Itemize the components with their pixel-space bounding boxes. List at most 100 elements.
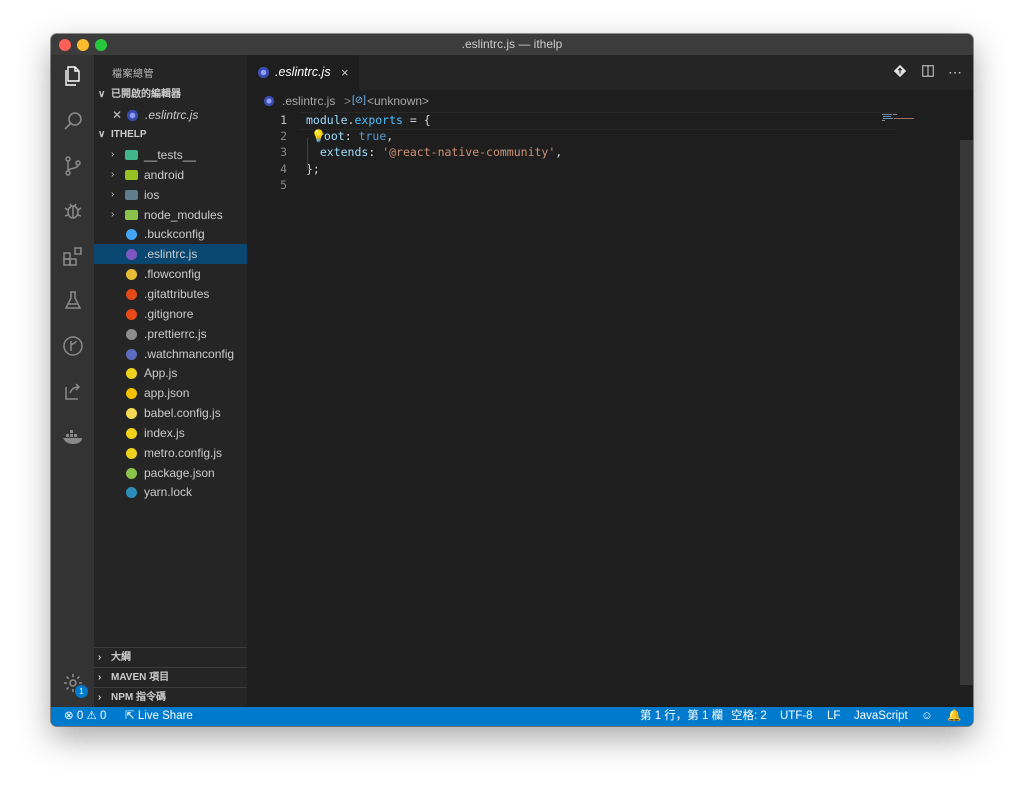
search-icon[interactable]	[51, 101, 94, 141]
tree-item-label: index.js	[144, 425, 185, 440]
tab-close-button[interactable]: ×	[341, 55, 349, 90]
more-actions-icon[interactable]: ⋯	[947, 64, 963, 80]
editor-tab-bar: .eslintrc.js × ⋯	[247, 55, 973, 90]
language-mode[interactable]: JavaScript	[854, 707, 908, 726]
tree-item-label: package.json	[144, 465, 215, 480]
babel-icon	[126, 408, 137, 420]
maven-section-header[interactable]: › MAVEN 項目	[94, 667, 247, 688]
files-icon[interactable]	[51, 56, 94, 96]
file-item[interactable]: metro.config.js	[94, 443, 247, 463]
folder-item[interactable]: › android	[94, 165, 247, 185]
folder-item[interactable]: › ios	[94, 185, 247, 205]
chevron-right-icon[interactable]: ›	[111, 165, 114, 185]
file-item[interactable]: index.js	[94, 423, 247, 443]
code-editor[interactable]: 1 2345 module.exports = {root: true, exte…	[247, 112, 973, 707]
live-share-icon[interactable]	[51, 371, 94, 411]
code-token: exports	[354, 113, 403, 127]
minimize-window-button[interactable]	[77, 39, 89, 51]
code-token: :	[344, 129, 359, 144]
folder-item[interactable]: › __tests__	[94, 145, 247, 165]
minimap[interactable]	[882, 114, 918, 124]
ios-folder-icon	[125, 189, 138, 200]
code-line: };	[306, 162, 320, 176]
problems-indicator[interactable]: ⊗ 0 ⚠ 0	[64, 707, 106, 726]
chevron-right-icon[interactable]: ›	[111, 145, 114, 165]
live-share-status[interactable]: ⇱ Live Share	[125, 707, 193, 726]
file-item[interactable]: babel.config.js	[94, 403, 247, 423]
window-title: .eslintrc.js — ithelp	[461, 37, 563, 51]
lightbulb-icon[interactable]: 💡	[311, 129, 326, 143]
file-item[interactable]: .flowconfig	[94, 264, 247, 284]
code-line: root: true,	[317, 129, 393, 143]
code-line: extends: '@react-native-community',	[306, 145, 562, 159]
tests-folder-icon	[125, 150, 138, 160]
file-item[interactable]: .watchmanconfig	[94, 344, 247, 364]
extensions-icon[interactable]	[51, 236, 94, 276]
maximize-window-button[interactable]	[95, 39, 107, 51]
gitlens-icon[interactable]	[51, 326, 94, 366]
cursor-position[interactable]: 第 1 行，第 1 欄	[640, 707, 723, 726]
project-header[interactable]: ∨ ITHELP	[94, 125, 247, 145]
close-window-button[interactable]	[59, 39, 71, 51]
node-folder-icon	[125, 209, 138, 220]
status-bar: ⊗ 0 ⚠ 0 ⇱ Live Share 第 1 行，第 1 欄 空格: 2 U…	[51, 707, 973, 726]
breadcrumb: .eslintrc.js > [⊘] <unknown>	[247, 90, 973, 112]
file-item[interactable]: yarn.lock	[94, 482, 247, 502]
json-icon	[126, 388, 137, 400]
docker-icon[interactable]	[51, 416, 94, 456]
tree-item-label: ios	[144, 187, 160, 202]
tree-item-label: App.js	[144, 366, 178, 381]
code-token: :	[368, 145, 383, 160]
file-item[interactable]: app.json	[94, 383, 247, 403]
breadcrumb-file[interactable]: .eslintrc.js	[282, 90, 335, 112]
breadcrumb-separator: >	[344, 94, 352, 108]
feedback-smiley-icon[interactable]: ☺	[921, 707, 933, 726]
git-diff-icon[interactable]	[892, 64, 908, 80]
settings-gear-icon[interactable]: 1	[51, 663, 94, 703]
settings-badge: 1	[75, 685, 88, 698]
file-item[interactable]: .buckconfig	[94, 224, 247, 244]
line-number: 3	[280, 145, 287, 160]
android-folder-icon	[125, 169, 138, 180]
code-line: module.exports = {	[306, 113, 431, 127]
tree-item-label: .gitignore	[144, 306, 194, 321]
notifications-bell-icon[interactable]: 🔔	[947, 707, 961, 726]
tree-item-label: .watchmanconfig	[144, 346, 235, 361]
scrollbar-thumb[interactable]	[960, 140, 973, 685]
tab-eslintrc[interactable]: .eslintrc.js ×	[247, 55, 359, 90]
chevron-right-icon[interactable]: ›	[111, 185, 114, 205]
debug-icon[interactable]	[51, 191, 94, 231]
eslint-icon	[263, 95, 275, 107]
file-item[interactable]: App.js	[94, 363, 247, 383]
open-editor-item[interactable]: ✕ .eslintrc.js	[94, 105, 247, 125]
outline-section-header[interactable]: › 大綱	[94, 647, 247, 668]
close-icon[interactable]: ✕	[112, 105, 122, 125]
encoding-status[interactable]: UTF-8	[780, 707, 813, 726]
eol-status[interactable]: LF	[827, 707, 840, 726]
tree-item-label: babel.config.js	[144, 406, 221, 421]
line-number: 5	[280, 177, 287, 192]
error-icon: ⊗	[64, 710, 74, 722]
explorer-sidebar: 檔案總管 ∨ 已開啟的編輯器 ✕ .eslintrc.js ∨ ITHELP ›…	[94, 55, 247, 708]
chevron-right-icon[interactable]: ›	[111, 205, 114, 225]
code-token: true	[358, 129, 387, 144]
test-flask-icon[interactable]	[51, 281, 94, 321]
file-item[interactable]: .eslintrc.js	[94, 244, 247, 265]
file-item[interactable]: .gitignore	[94, 304, 247, 324]
js-icon	[126, 368, 137, 380]
line-number: 1	[280, 113, 287, 127]
npm-scripts-section-header[interactable]: › NPM 指令碼	[94, 687, 247, 708]
folder-item[interactable]: › node_modules	[94, 205, 247, 225]
file-item[interactable]: package.json	[94, 463, 247, 483]
indentation-status[interactable]: 空格: 2	[731, 707, 767, 726]
file-item[interactable]: .gitattributes	[94, 284, 247, 304]
source-control-icon[interactable]	[51, 146, 94, 186]
code-token: = {	[402, 113, 431, 127]
split-editor-icon[interactable]	[920, 64, 936, 80]
file-item[interactable]: .prettierrc.js	[94, 324, 247, 344]
tree-item-label: .eslintrc.js	[144, 247, 198, 262]
breadcrumb-symbol[interactable]: <unknown>	[367, 90, 429, 112]
watchman-icon	[126, 348, 137, 360]
open-editors-header[interactable]: ∨ 已開啟的編輯器	[94, 85, 247, 105]
